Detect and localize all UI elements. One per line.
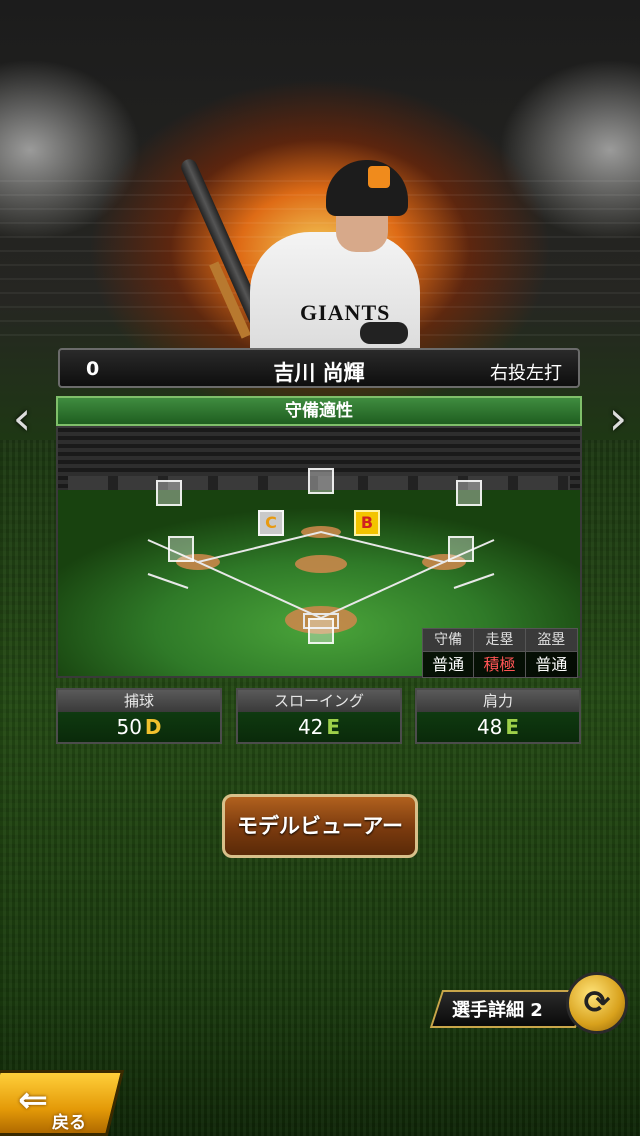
attr-header-defense: 守備 bbox=[423, 629, 475, 651]
throw-bat-style: 右投左打 bbox=[490, 363, 562, 384]
stat-throwing: スローイング 42 E bbox=[236, 688, 402, 744]
stat-label: 肩力 bbox=[417, 690, 579, 712]
stat-grade: E bbox=[505, 715, 520, 739]
stat-value: 48 bbox=[476, 715, 503, 739]
player-name-bar: 0 吉川 尚輝 右投左打 bbox=[58, 348, 580, 388]
attr-header-stealing: 盗塁 bbox=[525, 629, 577, 651]
stat-value-row: 48 E bbox=[417, 712, 579, 742]
stat-label: スローイング bbox=[238, 690, 400, 712]
stat-catching: 捕球 50 D bbox=[56, 688, 222, 744]
position-third-base[interactable] bbox=[168, 536, 194, 562]
position-second-base[interactable]: B bbox=[354, 510, 380, 536]
chevron-left-icon[interactable]: ‹ bbox=[2, 388, 42, 448]
attr-value-baserunning: 積極 bbox=[474, 651, 526, 677]
stat-label: 捕球 bbox=[58, 690, 220, 712]
attr-header-baserunning: 走塁 bbox=[474, 629, 526, 651]
stat-value-row: 50 D bbox=[58, 712, 220, 742]
team-logo-icon bbox=[368, 166, 390, 188]
defense-aptitude-header: 守備適性 bbox=[56, 396, 582, 426]
chevron-right-icon[interactable]: › bbox=[598, 388, 638, 448]
attr-value-defense: 普通 bbox=[423, 651, 475, 677]
stat-arm-strength: 肩力 48 E bbox=[415, 688, 581, 744]
back-label[interactable]: 戻る bbox=[52, 1108, 86, 1133]
model-viewer-button[interactable]: モデルビューアー bbox=[222, 794, 418, 858]
arm-guard-graphic bbox=[360, 322, 408, 344]
stat-value: 50 bbox=[116, 715, 142, 739]
position-first-base[interactable] bbox=[448, 536, 474, 562]
attr-value-stealing: 普通 bbox=[525, 651, 577, 677]
player-detail-label[interactable]: 選手詳細 2 bbox=[452, 996, 543, 1022]
position-center-field[interactable] bbox=[308, 468, 334, 494]
position-left-field[interactable] bbox=[156, 480, 182, 506]
stat-grade: E bbox=[326, 715, 341, 739]
running-attributes-table: 守備 走塁 盗塁 普通 積極 普通 bbox=[422, 628, 578, 678]
stat-grade: D bbox=[144, 715, 162, 739]
position-right-field[interactable] bbox=[456, 480, 482, 506]
position-shortstop[interactable]: C bbox=[258, 510, 284, 536]
stat-value-row: 42 E bbox=[238, 712, 400, 742]
position-catcher[interactable] bbox=[308, 618, 334, 644]
back-arrow-icon[interactable]: ⇐ bbox=[18, 1080, 48, 1121]
swap-arrows-icon[interactable]: ⟳ bbox=[566, 972, 628, 1034]
stat-value: 42 bbox=[297, 715, 324, 739]
